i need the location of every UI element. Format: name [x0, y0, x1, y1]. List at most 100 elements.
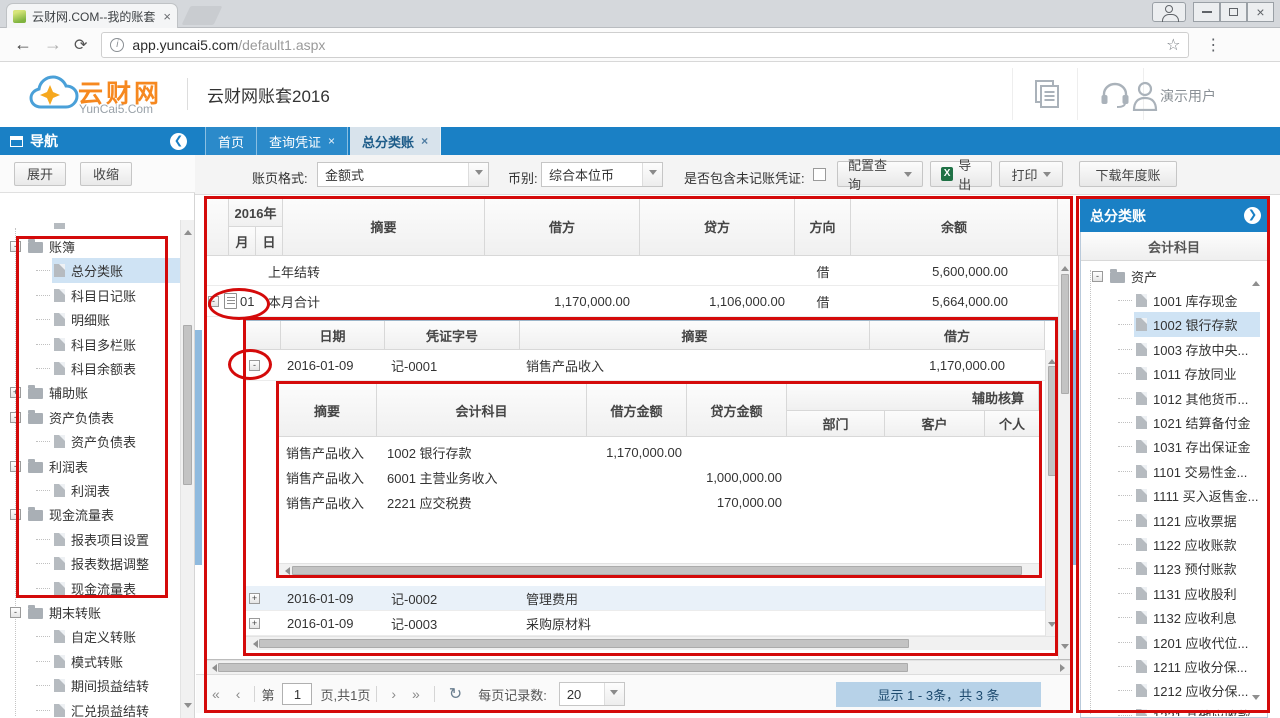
entry-credit-header[interactable]: 贷方金额 [687, 384, 787, 437]
collapse-row-icon[interactable]: - [208, 296, 219, 307]
tree-item[interactable]: 1003 存放中央... [1084, 337, 1260, 361]
collapse-icon[interactable]: - [10, 607, 21, 618]
voucher-row[interactable]: + 2016-01-09 记-0002 管理费用 [246, 586, 1045, 611]
tree-item[interactable]: 1221 其他应收款 [1084, 703, 1260, 716]
tree-item[interactable]: -账簿 [2, 234, 180, 258]
expand-icon[interactable]: + [10, 387, 21, 398]
prev-page-icon[interactable]: ‹ [228, 686, 249, 702]
tree-item[interactable]: -利润表 [2, 454, 180, 478]
tree-item[interactable]: 期间损益结转 [2, 673, 180, 697]
tree-item[interactable]: +辅助账 [2, 381, 180, 405]
direction-header[interactable]: 方向 [795, 198, 851, 256]
documents-button[interactable] [1028, 74, 1068, 114]
entry-row[interactable]: 销售产品收入 1002 银行存款 1,170,000.00 [278, 440, 1039, 465]
entry-dept-header[interactable]: 部门 [787, 411, 885, 437]
reload-icon[interactable]: ⟳ [74, 35, 87, 55]
print-button[interactable]: 打印 [999, 161, 1063, 187]
ledger-row-month-total[interactable]: - 01 本月合计 1,170,000.00 1,106,000.00 借 5,… [206, 286, 1058, 317]
right-splitter[interactable] [1071, 330, 1078, 565]
tree-item[interactable]: 模式转账 [2, 649, 180, 673]
collapse-icon[interactable]: - [1092, 271, 1103, 282]
tree-item[interactable]: 1011 存放同业 [1084, 362, 1260, 386]
tab-home[interactable]: 首页 [205, 127, 257, 155]
tree-item[interactable]: 报表项目设置 [2, 527, 180, 551]
tree-item[interactable]: 现金流量表 [2, 576, 180, 600]
collapse-icon[interactable]: - [10, 509, 21, 520]
day-header[interactable]: 日 [256, 227, 283, 256]
voucher-date-header[interactable]: 日期 [281, 321, 385, 350]
voucher-no-header[interactable]: 凭证字号 [385, 321, 520, 350]
tree-item[interactable]: 1211 应收分保... [1084, 654, 1260, 678]
tree-item[interactable]: 科目余额表 [2, 356, 180, 380]
maximize-button[interactable] [1220, 2, 1247, 22]
entry-row[interactable]: 销售产品收入 2221 应交税费 170,000.00 [278, 490, 1039, 515]
page-size-select[interactable]: 20 [559, 682, 625, 706]
info-icon[interactable]: i [110, 38, 124, 52]
voucher-summary-header[interactable]: 摘要 [520, 321, 870, 350]
address-field[interactable]: i app.yuncai5.com/default1.aspx ☆ [101, 32, 1189, 58]
last-page-icon[interactable]: » [404, 686, 428, 702]
window-close-button[interactable]: × [1247, 2, 1274, 22]
back-icon[interactable]: ← [14, 34, 32, 55]
tree-item[interactable]: 科目多栏账 [2, 332, 180, 356]
tree-item[interactable]: -资产负债表 [2, 405, 180, 429]
tab-general-ledger[interactable]: 总分类账× [350, 127, 441, 155]
user-button[interactable] [1125, 76, 1165, 116]
tree-item[interactable]: 1131 应收股利 [1084, 581, 1260, 605]
tree-item[interactable]: 1123 预付账款 [1084, 557, 1260, 581]
entry-debit-header[interactable]: 借方金额 [587, 384, 687, 437]
tab-voucher-query[interactable]: 查询凭证× [257, 127, 348, 155]
collapse-all-button[interactable]: 收缩 [80, 162, 132, 186]
tree-item[interactable]: 利润表 [2, 478, 180, 502]
balance-header[interactable]: 余额 [851, 198, 1058, 256]
tree-item[interactable]: 总分类账 [2, 259, 180, 283]
tree-item[interactable]: 1122 应收账款 [1084, 532, 1260, 556]
ledger-h-scrollbar[interactable] [205, 660, 1072, 674]
left-splitter[interactable] [195, 330, 202, 565]
tree-item[interactable]: 1012 其他货币... [1084, 386, 1260, 410]
tree-item[interactable]: 汇兑损益结转 [2, 698, 180, 718]
download-annual-button[interactable]: 下载年度账 [1079, 161, 1177, 187]
collapse-icon[interactable]: - [10, 241, 21, 252]
collapse-icon[interactable]: - [10, 412, 21, 423]
month-header[interactable]: 月 [229, 227, 256, 256]
tree-item[interactable]: 自定义转账 [2, 625, 180, 649]
collapse-row-icon[interactable]: - [249, 360, 260, 371]
voucher-row[interactable]: - 2016-01-09 记-0001 销售产品收入 1,170,000.00 [246, 350, 1045, 381]
expand-row-icon[interactable]: + [249, 618, 260, 629]
tree-item[interactable]: 1001 库存现金 [1084, 288, 1260, 312]
view-voucher-icon[interactable] [224, 293, 237, 309]
debit-header[interactable]: 借方 [485, 198, 640, 256]
expand-row-icon[interactable]: + [249, 593, 260, 604]
collapse-left-panel-icon[interactable]: ❮ [170, 133, 187, 150]
voucher-h-scrollbar[interactable] [246, 636, 1058, 650]
page-number-input[interactable]: 1 [282, 683, 312, 705]
tree-item[interactable]: 1111 买入返售金... [1084, 484, 1260, 508]
credit-header[interactable]: 贷方 [640, 198, 795, 256]
tree-item[interactable]: -现金流量表 [2, 503, 180, 527]
expand-all-button[interactable]: 展开 [14, 162, 66, 186]
tree-item[interactable]: -期末转账 [2, 600, 180, 624]
entry-account-header[interactable]: 会计科目 [377, 384, 587, 437]
collapse-icon[interactable]: - [10, 461, 21, 472]
tree-item[interactable]: 1002 银行存款 [1084, 313, 1260, 337]
tree-item[interactable]: 资产负债表 [2, 430, 180, 454]
entries-h-scrollbar[interactable] [278, 563, 1039, 577]
forward-icon[interactable]: → [44, 34, 62, 55]
currency-select[interactable]: 综合本位币 [541, 162, 663, 187]
minimize-button[interactable] [1193, 2, 1220, 22]
export-button[interactable]: X导出 [930, 161, 992, 187]
tree-item[interactable]: 明细账 [2, 308, 180, 332]
tree-item[interactable]: 1101 交易性金... [1084, 459, 1260, 483]
voucher-v-scrollbar[interactable] [1045, 350, 1058, 636]
summary-header[interactable]: 摘要 [283, 198, 485, 256]
entry-summary-header[interactable]: 摘要 [278, 384, 377, 437]
tab-close-icon[interactable]: × [421, 134, 428, 148]
voucher-debit-header[interactable]: 借方 [870, 321, 1045, 350]
tree-item[interactable]: 1121 应收票据 [1084, 508, 1260, 532]
tree-item[interactable] [2, 223, 180, 234]
tree-item[interactable]: 1201 应收代位... [1084, 630, 1260, 654]
config-query-button[interactable]: 配置查询 [837, 161, 923, 187]
panel-scroll-up[interactable] [1252, 266, 1260, 281]
bookmark-star-icon[interactable]: ☆ [1166, 35, 1180, 55]
